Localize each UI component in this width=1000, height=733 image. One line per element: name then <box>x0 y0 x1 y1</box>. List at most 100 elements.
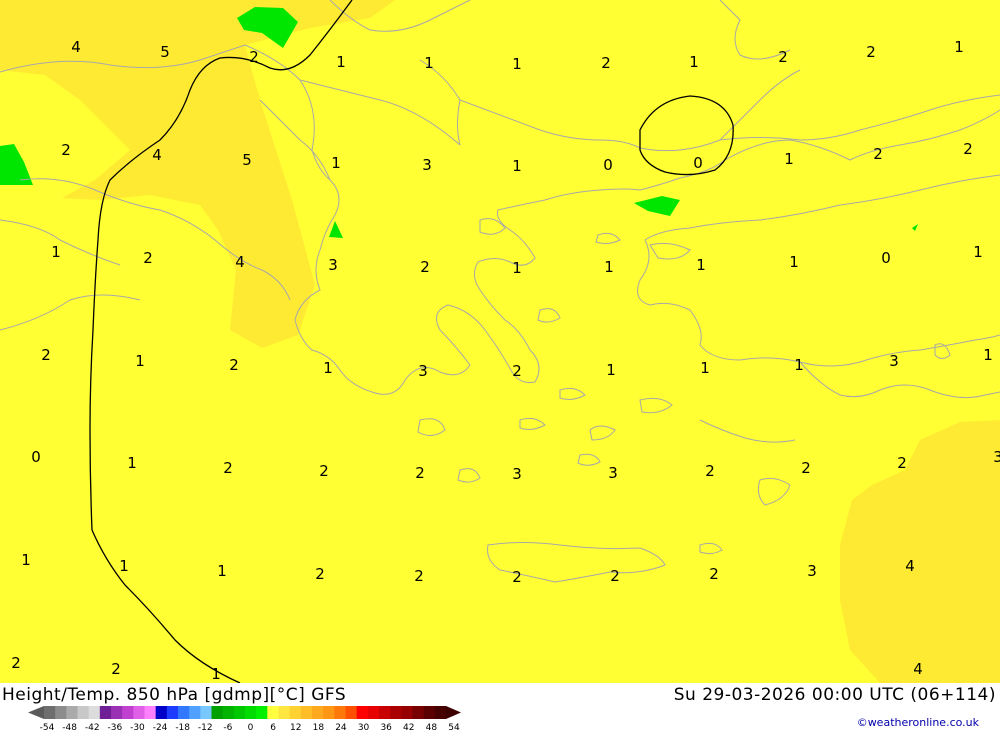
height-label: 3 <box>993 448 1000 466</box>
legend-swatch <box>44 706 56 719</box>
legend-swatch <box>334 706 346 719</box>
height-label: 1 <box>217 562 227 580</box>
legend-swatch <box>88 706 101 719</box>
legend-swatch <box>122 706 134 719</box>
height-label: 2 <box>249 48 259 66</box>
legend-tick-label: 24 <box>335 723 347 733</box>
height-label: 3 <box>328 256 338 274</box>
legend-tick-label: 42 <box>403 723 414 733</box>
height-label: 2 <box>315 565 325 583</box>
height-label: 1 <box>689 53 699 71</box>
height-label: 1 <box>983 346 993 364</box>
height-label: 3 <box>512 465 522 483</box>
height-label: 2 <box>897 454 907 472</box>
height-label: 3 <box>807 562 817 580</box>
legend-tick-label: 36 <box>380 723 392 733</box>
height-label: 2 <box>801 459 811 477</box>
legend-tick-label: -6 <box>223 723 232 733</box>
legend-swatch <box>323 706 335 719</box>
legend-swatch <box>379 706 391 719</box>
legend-tick-label: -54 <box>40 723 55 733</box>
legend-arrow-right <box>446 706 461 719</box>
legend-swatch <box>312 706 324 719</box>
height-label: 1 <box>973 243 983 261</box>
height-label: 2 <box>229 356 239 374</box>
legend-swatch <box>77 706 90 719</box>
legend-tick-label: -42 <box>85 723 100 733</box>
legend-tick-label: -30 <box>130 723 145 733</box>
legend-swatch <box>155 706 168 719</box>
height-label: 2 <box>111 660 121 678</box>
height-label: 0 <box>881 249 891 267</box>
height-label: 4 <box>913 660 923 678</box>
height-label: 1 <box>336 53 346 71</box>
height-label: 1 <box>604 258 614 276</box>
legend-swatch <box>300 706 313 719</box>
height-label: 1 <box>135 352 145 370</box>
legend-swatch <box>222 706 235 719</box>
height-label: 1 <box>119 557 129 575</box>
legend-swatch <box>401 706 413 719</box>
height-label: 1 <box>127 454 137 472</box>
height-label: 4 <box>71 38 81 56</box>
legend-swatch <box>278 706 291 719</box>
height-label: 2 <box>223 459 233 477</box>
footer-bar: Height/Temp. 850 hPa [gdmp][°C] GFS Su 2… <box>0 683 1000 733</box>
legend-tick-label: 48 <box>426 723 438 733</box>
height-label: 1 <box>512 55 522 73</box>
legend-tick-label: -24 <box>153 723 168 733</box>
legend-tick-label: 0 <box>248 723 254 733</box>
legend-swatch <box>423 706 436 719</box>
height-label: 0 <box>31 448 41 466</box>
legend-swatch <box>166 706 179 719</box>
weather-map: 4 5 2 1 1 1 2 1 2 2 1 2 4 5 1 3 1 0 0 1 2 2 1 2 4 3 2 1 1 1 1 0 1 2 1 2 1 3 2 1… <box>0 0 1000 683</box>
legend-swatch <box>133 706 145 719</box>
height-label: 1 <box>794 356 804 374</box>
height-label: 2 <box>709 565 719 583</box>
legend-swatch <box>434 706 447 719</box>
height-label: 1 <box>323 359 333 377</box>
legend-tick-label: 12 <box>290 723 301 733</box>
height-label: 1 <box>784 150 794 168</box>
legend-swatch <box>390 706 402 719</box>
legend-swatch <box>267 706 279 719</box>
height-label: 2 <box>414 567 424 585</box>
legend-swatch <box>144 706 157 719</box>
height-label: 1 <box>331 154 341 172</box>
legend-swatch <box>178 706 190 719</box>
legend-swatch <box>233 706 246 719</box>
legend-swatch <box>245 706 257 719</box>
height-label: 2 <box>61 141 71 159</box>
legend-swatch <box>99 706 112 719</box>
height-label: 2 <box>705 462 715 480</box>
height-label: 2 <box>11 654 21 672</box>
legend-swatch <box>189 706 201 719</box>
height-label: 1 <box>51 243 61 261</box>
forecast-datetime: Su 29-03-2026 00:00 UTC (06+114) <box>673 685 996 705</box>
height-label: 0 <box>693 154 703 172</box>
legend-swatch <box>289 706 302 719</box>
height-label: 2 <box>873 145 883 163</box>
height-label: 3 <box>418 362 428 380</box>
legend-swatch <box>367 706 380 719</box>
height-label: 3 <box>608 464 618 482</box>
legend-tick-label: 6 <box>270 723 276 733</box>
height-label: 2 <box>778 48 788 66</box>
legend-tick-label: -12 <box>198 723 213 733</box>
height-label: 1 <box>696 256 706 274</box>
height-label: 2 <box>963 140 973 158</box>
height-label: 1 <box>700 359 710 377</box>
height-label: 2 <box>420 258 430 276</box>
height-label: 2 <box>601 54 611 72</box>
height-label: 3 <box>889 352 899 370</box>
height-label: 3 <box>422 156 432 174</box>
legend-swatch <box>55 706 67 719</box>
height-label: 4 <box>152 146 162 164</box>
legend-tick-label: -48 <box>62 723 77 733</box>
legend-swatch <box>345 706 358 719</box>
color-legend: -54 -48 -42 -36 -30 -24 -18 -12 -6 0 6 12 18 24 30 36 42… <box>28 706 461 733</box>
height-label: 2 <box>512 362 522 380</box>
height-label: 2 <box>41 346 51 364</box>
credit-link[interactable]: ©weatheronline.co.uk <box>857 716 979 729</box>
height-label: 1 <box>512 157 522 175</box>
